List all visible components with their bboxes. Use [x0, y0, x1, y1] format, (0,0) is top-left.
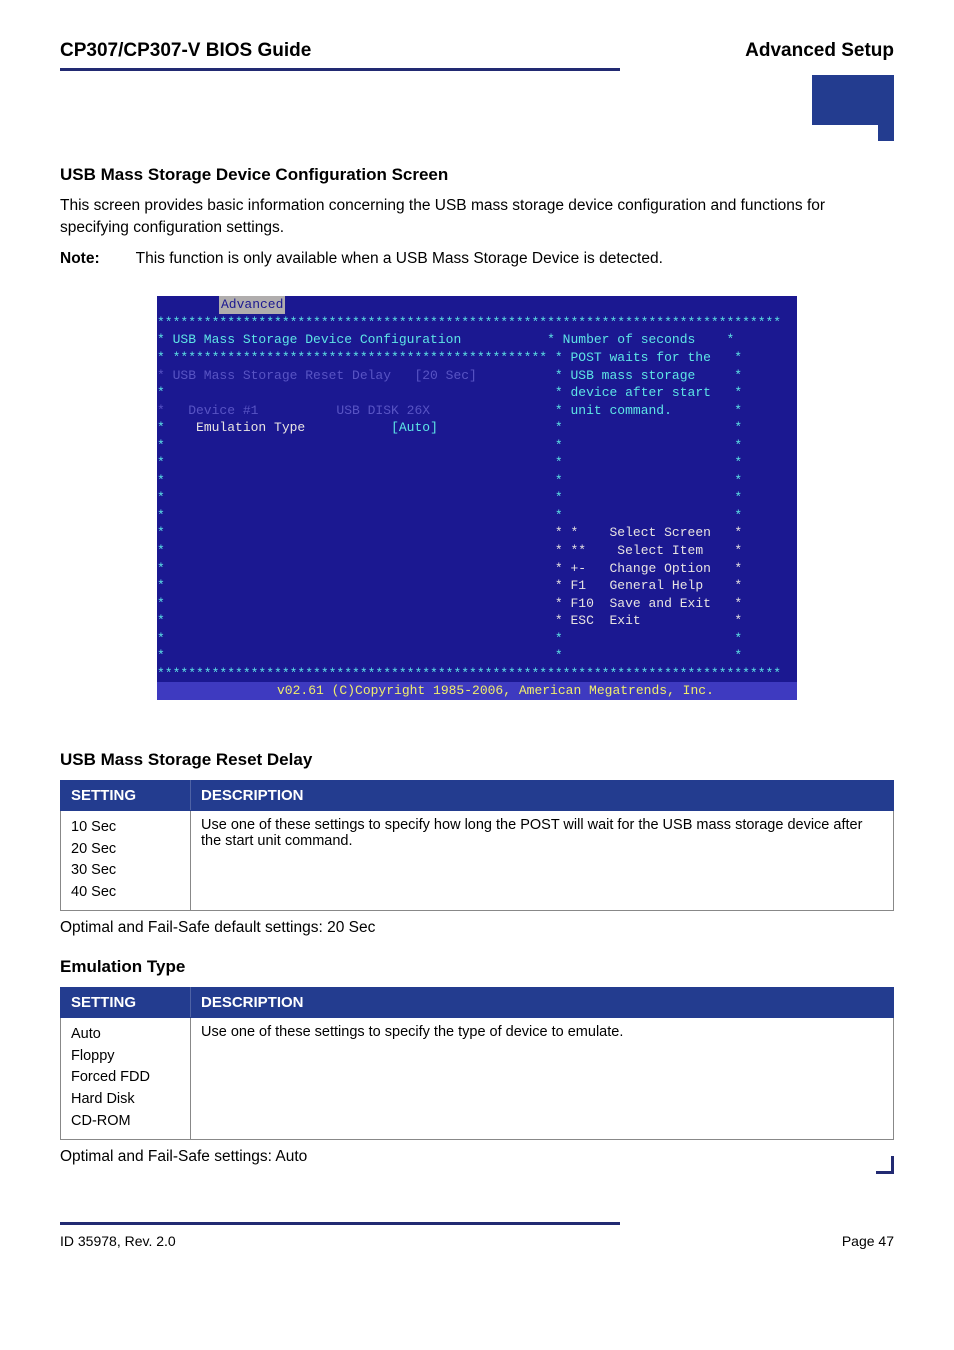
doc-header-left: CP307/CP307-V BIOS Guide	[60, 40, 311, 62]
bios-blank: *	[157, 631, 165, 646]
bios-border-bottom: ****************************************…	[157, 666, 781, 681]
bios-help-5: * *	[555, 420, 742, 435]
footer-page-number: Page 47	[842, 1233, 894, 1249]
bios-nav-change-option: * +- Change Option *	[555, 561, 742, 576]
bios-blank: *	[157, 385, 165, 400]
bios-nav-exit: * ESC Exit *	[555, 613, 742, 628]
table-reset-delay: SETTING DESCRIPTION 10 Sec 20 Sec 30 Sec…	[60, 780, 894, 911]
bios-blank: * *	[555, 631, 742, 646]
bios-blank: *	[157, 578, 165, 593]
doc-header-right: Advanced Setup	[745, 40, 894, 62]
bios-blank: *	[157, 455, 165, 470]
bios-blank: * *	[555, 438, 742, 453]
bios-copyright: v02.61 (C)Copyright 1985-2006, American …	[157, 682, 797, 700]
bios-blank: * *	[555, 455, 742, 470]
brand-logo	[812, 75, 894, 125]
bios-blank: * *	[555, 490, 742, 505]
bios-subborder: * **************************************…	[157, 350, 742, 365]
bios-blank: * *	[555, 508, 742, 523]
table-emulation-type: SETTING DESCRIPTION Auto Floppy Forced F…	[60, 987, 894, 1140]
bios-blank: *	[157, 508, 165, 523]
bios-reset-delay: * USB Mass Storage Reset Delay [20 Sec]	[157, 368, 477, 383]
bios-blank: *	[157, 438, 165, 453]
note-label: Note:	[60, 250, 100, 268]
emulation-default: Optimal and Fail-Safe settings: Auto	[60, 1148, 894, 1166]
td-reset-delay-settings: 10 Sec 20 Sec 30 Sec 40 Sec	[61, 810, 191, 910]
bios-blank: *	[157, 525, 165, 540]
section-title-emulation-type: Emulation Type	[60, 957, 894, 977]
bios-border: ****************************************…	[157, 315, 781, 330]
bios-blank: *	[157, 561, 165, 576]
th-setting: SETTING	[61, 780, 191, 810]
bios-blank: *	[157, 648, 165, 663]
section-title-config-screen: USB Mass Storage Device Configuration Sc…	[60, 165, 894, 185]
bios-nav-select-screen: * * Select Screen *	[555, 525, 742, 540]
footer-rule	[60, 1222, 620, 1225]
th-description: DESCRIPTION	[191, 780, 894, 810]
bios-nav-general-help: * F1 General Help *	[555, 578, 742, 593]
bios-blank: *	[157, 596, 165, 611]
th-description: DESCRIPTION	[191, 987, 894, 1017]
bios-help-1: * Number of seconds *	[547, 332, 734, 347]
bios-help-4: * unit command. *	[555, 403, 742, 418]
bios-nav-save-exit: * F10 Save and Exit *	[555, 596, 742, 611]
bios-screenshot: Advanced *******************************…	[157, 296, 797, 700]
bios-nav-select-item: * ** Select Item *	[555, 543, 742, 558]
bios-blank: *	[157, 543, 165, 558]
bios-blank: * *	[555, 648, 742, 663]
bios-help-2: * USB mass storage *	[555, 368, 742, 383]
bios-blank: *	[157, 490, 165, 505]
td-emulation-desc: Use one of these settings to specify the…	[191, 1017, 894, 1139]
bios-help-3: * device after start *	[555, 385, 742, 400]
bios-title: * USB Mass Storage Device Configuration	[157, 332, 461, 347]
section-paragraph: This screen provides basic information c…	[60, 195, 894, 238]
header-rule	[60, 68, 620, 71]
reset-delay-default: Optimal and Fail-Safe default settings: …	[60, 919, 894, 937]
note-text: This function is only available when a U…	[136, 250, 663, 268]
bios-blank: *	[157, 473, 165, 488]
corner-decoration	[876, 1156, 894, 1174]
bios-tab-advanced: Advanced	[219, 296, 285, 314]
bios-device: * Device #1 USB DISK 26X	[157, 403, 430, 418]
bios-blank: *	[157, 613, 165, 628]
footer-id-rev: ID 35978, Rev. 2.0	[60, 1233, 176, 1249]
th-setting: SETTING	[61, 987, 191, 1017]
td-emulation-settings: Auto Floppy Forced FDD Hard Disk CD-ROM	[61, 1017, 191, 1139]
bios-blank: * *	[555, 473, 742, 488]
section-title-reset-delay: USB Mass Storage Reset Delay	[60, 750, 894, 770]
td-reset-delay-desc: Use one of these settings to specify how…	[191, 810, 894, 910]
